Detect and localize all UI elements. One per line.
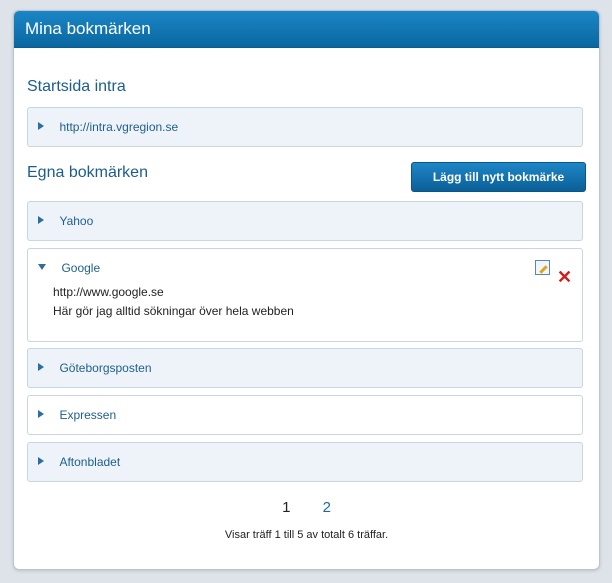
startpage-section-title: Startsida intra xyxy=(27,78,126,95)
startpage-bookmark[interactable]: http://intra.vgregion.se xyxy=(27,107,583,147)
expand-arrow-icon[interactable] xyxy=(38,216,44,224)
panel-title: Mina bokmärken xyxy=(14,11,599,48)
collapse-arrow-icon[interactable] xyxy=(38,264,46,270)
add-bookmark-button[interactable]: Lägg till nytt bokmärke xyxy=(411,162,586,192)
bookmarks-panel: Mina bokmärken Startsida intra http://in… xyxy=(13,10,600,570)
own-bookmarks-section-title: Egna bokmärken xyxy=(27,164,148,181)
edit-icon[interactable] xyxy=(535,260,550,275)
bookmark-label[interactable]: Google xyxy=(61,261,100,275)
page-2-link[interactable]: 2 xyxy=(323,499,331,516)
bookmark-label[interactable]: Expressen xyxy=(59,408,116,422)
bookmark-aftonbladet[interactable]: Aftonbladet xyxy=(27,442,583,482)
results-summary: Visar träff 1 till 5 av totalt 6 träffar… xyxy=(224,529,389,541)
bookmark-label[interactable]: Göteborgsposten xyxy=(59,361,151,375)
expand-arrow-icon[interactable] xyxy=(38,410,44,418)
pagination: 1 2 xyxy=(14,499,599,516)
bookmark-goteborgsposten[interactable]: Göteborgsposten xyxy=(27,348,583,388)
expand-arrow-icon[interactable] xyxy=(38,457,44,465)
delete-icon[interactable]: ✕ xyxy=(557,268,572,286)
expand-arrow-icon[interactable] xyxy=(38,363,44,371)
startpage-bookmark-label[interactable]: http://intra.vgregion.se xyxy=(59,120,178,134)
page-1-current: 1 xyxy=(282,499,291,516)
bookmark-google-expanded: Google ✕ http://www.google.se Här gör ja… xyxy=(27,248,583,342)
expand-arrow-icon[interactable] xyxy=(38,122,44,130)
bookmark-label[interactable]: Aftonbladet xyxy=(59,455,120,469)
bookmark-expressen[interactable]: Expressen xyxy=(27,395,583,435)
bookmark-description: Här gör jag alltid sökningar över hela w… xyxy=(53,304,294,318)
bookmark-yahoo[interactable]: Yahoo xyxy=(27,201,583,241)
bookmark-label[interactable]: Yahoo xyxy=(59,214,93,228)
